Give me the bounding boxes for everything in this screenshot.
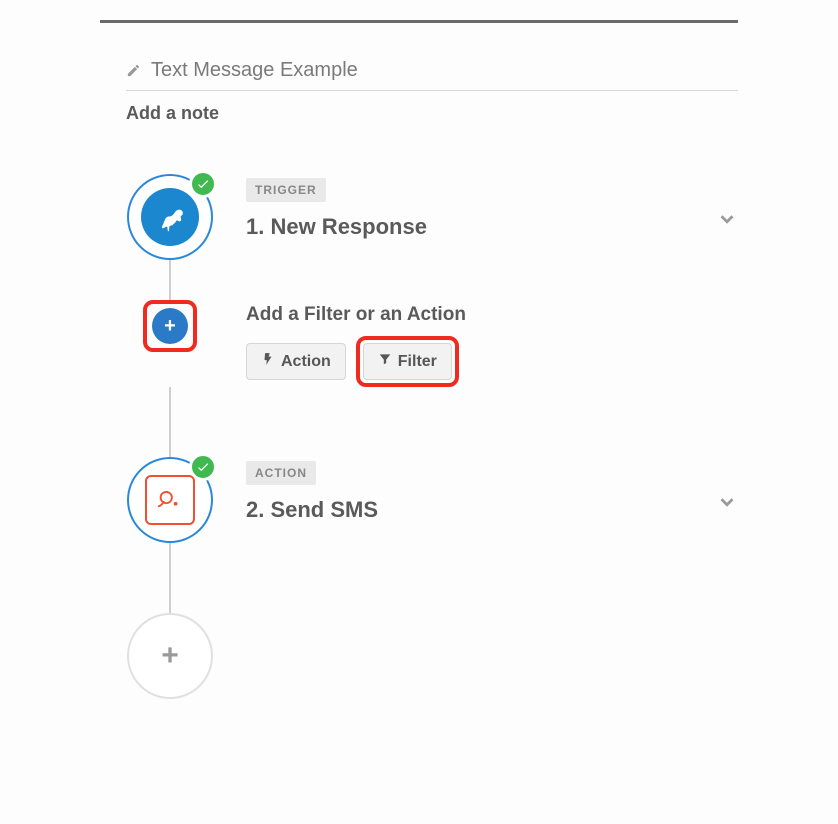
plus-icon: + [164,315,176,338]
connector-line [169,543,171,613]
funnel-icon [378,352,392,371]
workflow-title-row[interactable]: Text Message Example [126,53,738,91]
top-divider [100,20,738,23]
add-note-link[interactable]: Add a note [126,103,738,124]
trigger-title: 1. New Response [246,214,738,240]
trigger-circle [127,174,213,260]
action-step[interactable]: ACTION 2. Send SMS [126,457,738,543]
connector-line [169,387,171,457]
trigger-step[interactable]: TRIGGER 1. New Response [126,174,738,260]
check-icon [189,453,217,481]
pencil-icon [126,63,141,78]
chevron-down-icon[interactable] [716,491,738,518]
action-tag: ACTION [246,461,316,485]
filter-button[interactable]: Filter [363,343,452,380]
action-button-label: Action [281,353,331,371]
filter-button-highlight: Filter [356,336,459,387]
twilio-icon [145,475,195,525]
add-step-highlight: + [143,300,197,352]
workflow-title: Text Message Example [151,59,358,82]
chevron-down-icon[interactable] [716,208,738,235]
add-step-row: + Add a Filter or an Action Action [126,300,738,387]
bolt-icon [261,352,275,371]
plus-icon: + [161,639,179,673]
add-step-prompt: Add a Filter or an Action [246,304,738,326]
end-add-button[interactable]: + [127,613,213,699]
add-step-button[interactable]: + [152,308,188,344]
check-icon [189,170,217,198]
action-button[interactable]: Action [246,343,346,380]
filter-button-label: Filter [398,353,437,371]
action-circle [127,457,213,543]
trigger-tag: TRIGGER [246,178,326,202]
action-title: 2. Send SMS [246,497,738,523]
connector-line [169,260,171,300]
kangaroo-icon [141,188,199,246]
end-add-step: + [126,613,738,699]
